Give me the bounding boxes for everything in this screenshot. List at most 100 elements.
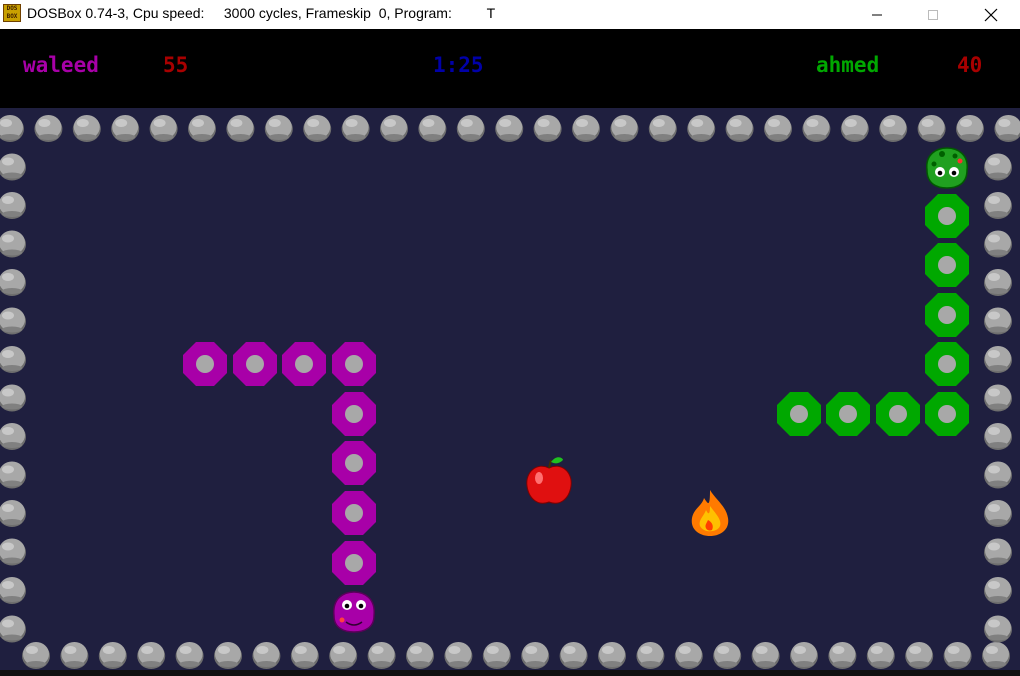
window-title: DOSBox 0.74-3, Cpu speed: 3000 cycles, F… (27, 5, 496, 21)
snake-segment (332, 541, 376, 585)
rock-block (444, 642, 473, 669)
rock-block (0, 115, 24, 142)
rock-block (264, 115, 293, 142)
snake-segment (332, 342, 376, 386)
rock-block (137, 642, 166, 669)
player2-snake-head (926, 147, 968, 189)
snake-segment (925, 293, 969, 337)
window-titlebar: DOS BOX DOSBox 0.74-3, Cpu speed: 3000 cy… (0, 0, 1020, 29)
game-timer: 1:25 (433, 53, 484, 77)
rock-block (72, 115, 101, 142)
playfield (0, 115, 1020, 669)
rock-block (598, 642, 626, 669)
rock-block (380, 115, 408, 142)
player1-snake (183, 342, 376, 633)
player1-snake-head (333, 591, 375, 633)
close-icon (984, 8, 998, 21)
snake-segment (332, 441, 376, 485)
snake-segment (777, 392, 821, 436)
snake-segment (925, 342, 969, 386)
apple-icon (526, 457, 572, 504)
rock-block (0, 577, 26, 604)
rock-block (0, 423, 26, 450)
rock-block (956, 115, 984, 142)
rock-block (984, 384, 1012, 412)
rock-block (0, 230, 26, 258)
rock-block (34, 115, 63, 142)
fire-icon (691, 490, 729, 536)
rock-block (252, 642, 281, 669)
rock-block (0, 461, 26, 489)
rock-block (984, 230, 1012, 258)
rock-block (840, 115, 869, 142)
snake-segment (282, 342, 326, 386)
rock-block (0, 307, 26, 335)
rock-wall (0, 115, 1020, 669)
rock-block (329, 642, 358, 669)
rock-block (764, 115, 792, 142)
rock-block (725, 115, 754, 142)
rock-block (406, 642, 434, 669)
rock-block (984, 423, 1012, 450)
player2-score: 40 (957, 53, 983, 77)
rock-block (751, 642, 780, 669)
snake-segment (826, 392, 870, 436)
rock-block (905, 642, 934, 669)
rock-block (0, 269, 26, 296)
rock-block (984, 500, 1012, 527)
rock-block (0, 153, 26, 181)
rock-block (521, 642, 550, 669)
rock-block (341, 115, 370, 142)
rock-block (0, 192, 26, 219)
rock-block (22, 642, 50, 669)
snake-segment (183, 342, 227, 386)
player1-score: 55 (163, 53, 189, 77)
rock-block (984, 577, 1012, 604)
rock-block (984, 269, 1012, 296)
rock-block (879, 115, 908, 142)
rock-block (367, 642, 396, 669)
snake-segment (233, 342, 277, 386)
rock-block (648, 115, 677, 142)
rock-block (984, 307, 1012, 335)
rock-block (984, 615, 1012, 643)
snake-segment (925, 392, 969, 436)
rock-block (533, 115, 562, 142)
rock-block (687, 115, 716, 142)
rock-block (0, 346, 26, 373)
rock-block (175, 642, 204, 669)
rock-block (674, 642, 703, 669)
rock-block (994, 115, 1020, 142)
maximize-button[interactable] (910, 0, 956, 29)
window-bottom-edge (0, 670, 1020, 676)
rock-block (149, 115, 178, 142)
rock-block (636, 642, 665, 669)
rock-block (984, 192, 1012, 219)
rock-block (226, 115, 255, 142)
rock-block (559, 642, 588, 669)
player2-name: ahmed (816, 53, 880, 77)
rock-block (866, 642, 895, 669)
rock-block (713, 642, 742, 669)
rock-block (303, 115, 332, 142)
player2-snake (777, 147, 969, 436)
close-button[interactable] (968, 0, 1014, 29)
rock-block (984, 153, 1012, 181)
snake-segment (925, 194, 969, 238)
rock-block (0, 384, 26, 412)
rock-block (610, 115, 639, 142)
player1-name: waleed (23, 53, 99, 77)
rock-block (984, 538, 1012, 566)
rock-block (790, 642, 818, 669)
rock-block (982, 642, 1010, 669)
snake-segment (925, 243, 969, 287)
rock-block (828, 642, 857, 669)
minimize-button[interactable] (854, 0, 900, 29)
rock-block (418, 115, 447, 142)
rock-block (0, 615, 26, 643)
rock-block (0, 500, 26, 527)
rock-block (917, 115, 946, 142)
rock-block (188, 115, 216, 142)
snake-segment (876, 392, 920, 436)
rock-block (98, 642, 127, 669)
